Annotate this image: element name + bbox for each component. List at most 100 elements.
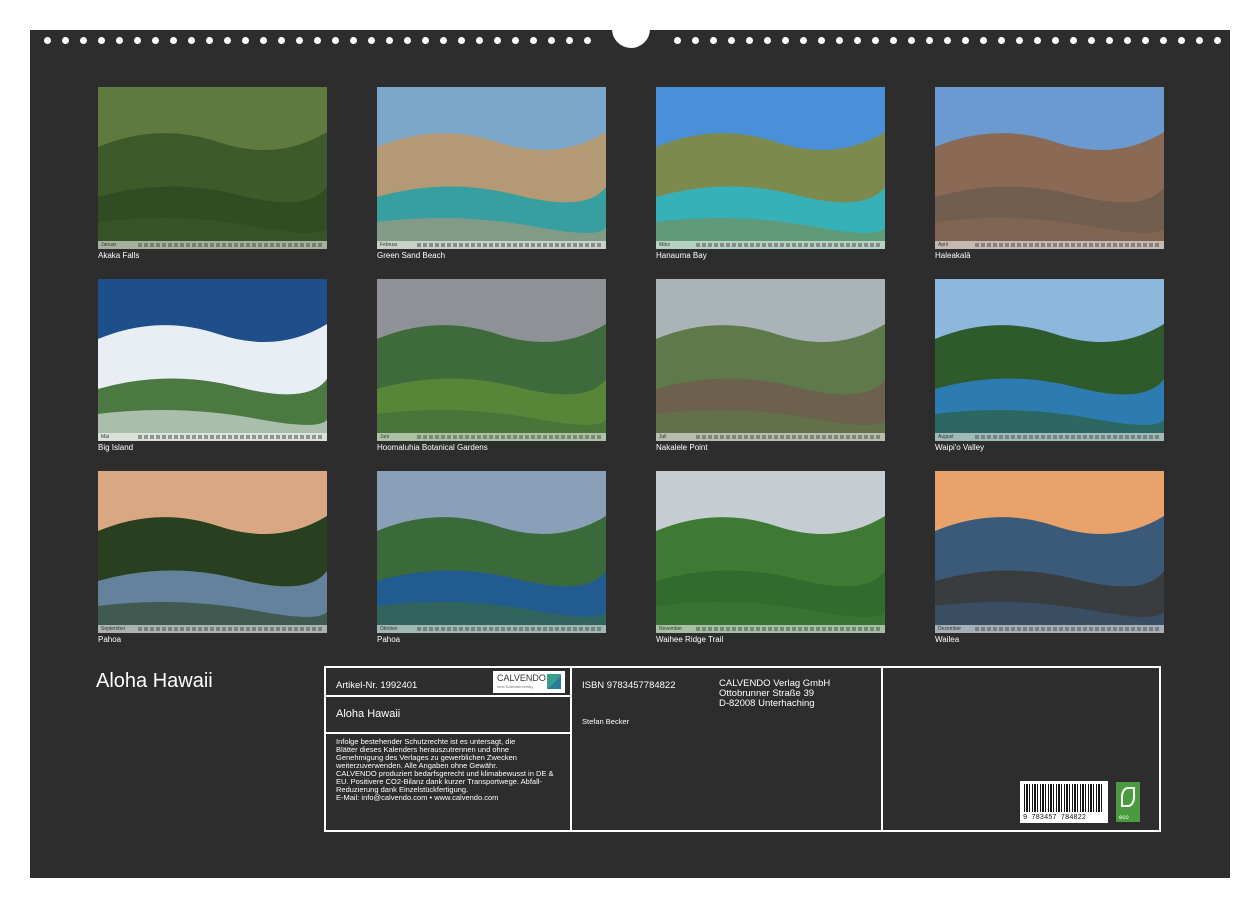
logo-wordmark: CALVENDO — [497, 673, 546, 683]
month-photo: November — [656, 471, 885, 633]
binding-hole — [692, 37, 699, 44]
landscape-photo — [935, 87, 1164, 249]
month-photo: Oktober — [377, 471, 606, 633]
binding-hole — [224, 37, 231, 44]
binding-hole — [404, 37, 411, 44]
month-photo: April — [935, 87, 1164, 249]
month-photo: Juli — [656, 279, 885, 441]
day-numbers — [696, 435, 881, 439]
month-label: November — [659, 626, 683, 632]
day-numbers — [975, 243, 1160, 247]
photo-caption: Waihee Ridge Trail — [656, 635, 724, 644]
binding-hole — [1214, 37, 1221, 44]
month-photo: Februar — [377, 87, 606, 249]
binding-hole — [386, 37, 393, 44]
binding-hole — [44, 37, 51, 44]
binding-hole — [116, 37, 123, 44]
binding-hole — [1124, 37, 1131, 44]
binding-hole — [710, 37, 717, 44]
month-label: März — [659, 242, 671, 248]
binding-hole — [206, 37, 213, 44]
month-photo: Januar — [98, 87, 327, 249]
publisher-address: CALVENDO Verlag GmbH Ottobrunner Straße … — [719, 679, 830, 709]
publisher-line: D-82008 Unterhaching — [719, 698, 815, 709]
binding-hole — [278, 37, 285, 44]
photo-caption: Big Island — [98, 443, 134, 452]
barcode-bars — [1024, 784, 1104, 812]
day-numbers — [975, 435, 1160, 439]
month-label: Juni — [380, 434, 390, 440]
month-label: Mai — [101, 434, 110, 440]
binding-hole — [998, 37, 1005, 44]
day-numbers — [696, 243, 881, 247]
binding-hole — [188, 37, 195, 44]
day-numbers — [975, 627, 1160, 631]
month-label: Februar — [380, 242, 398, 248]
panel-divider — [324, 695, 572, 697]
binding-hole — [872, 37, 879, 44]
binding-hole — [890, 37, 897, 44]
photo-caption: Hanauma Bay — [656, 251, 707, 260]
month-label: Dezember — [938, 626, 962, 632]
legal-line: E-Mail: info@calvendo.com • www.calvendo… — [336, 793, 499, 802]
month-day-strip: September — [98, 625, 327, 633]
binding-hole — [242, 37, 249, 44]
binding-hole — [566, 37, 573, 44]
month-day-strip: April — [935, 241, 1164, 249]
binding-hole — [62, 37, 69, 44]
panel-divider — [324, 732, 572, 734]
binding-hole — [1106, 37, 1113, 44]
month-photo: März — [656, 87, 885, 249]
landscape-photo — [656, 87, 885, 249]
binding-hole — [1016, 37, 1023, 44]
photo-caption: Waipi'o Valley — [935, 443, 985, 452]
calendar-title: Aloha Hawaii — [96, 670, 213, 692]
landscape-photo — [377, 87, 606, 249]
month-day-strip: Februar — [377, 241, 606, 249]
binding-hole — [1160, 37, 1167, 44]
binding-hole — [98, 37, 105, 44]
binding-hole — [728, 37, 735, 44]
binding-hole — [1196, 37, 1203, 44]
photo-caption: Pahoa — [98, 635, 122, 644]
leaf-icon — [1121, 787, 1135, 807]
month-label: Januar — [101, 242, 117, 248]
binding-hole — [818, 37, 825, 44]
binding-hole — [530, 37, 537, 44]
month-label: Juli — [659, 434, 667, 440]
binding-hole — [296, 37, 303, 44]
binding-hole — [908, 37, 915, 44]
binding-hole — [332, 37, 339, 44]
day-numbers — [138, 435, 323, 439]
binding-hole — [746, 37, 753, 44]
month-day-strip: Januar — [98, 241, 327, 249]
photo-caption: Wailea — [935, 635, 960, 644]
month-photo: Mai — [98, 279, 327, 441]
month-label: Oktober — [380, 626, 398, 632]
binding-hole — [674, 37, 681, 44]
calvendo-logo: CALVENDO best Kalenderverlag — [493, 671, 565, 693]
binding-hole — [962, 37, 969, 44]
binding-hole — [854, 37, 861, 44]
binding-hole — [1070, 37, 1077, 44]
binding-hole — [458, 37, 465, 44]
binding-hole — [422, 37, 429, 44]
month-label: April — [938, 242, 949, 248]
binding-hole — [494, 37, 501, 44]
photo-caption: Nakalele Point — [656, 443, 708, 452]
isbn: ISBN 9783457784822 — [582, 680, 676, 691]
binding-hole — [368, 37, 375, 44]
binding-hole — [440, 37, 447, 44]
photo-caption: Haleakalā — [935, 251, 971, 260]
author: Stefan Becker — [582, 717, 630, 726]
binding-hole — [836, 37, 843, 44]
photo-caption: Green Sand Beach — [377, 251, 446, 260]
month-day-strip: Mai — [98, 433, 327, 441]
binding-hole — [350, 37, 357, 44]
binding-hole — [1088, 37, 1095, 44]
binding-hole — [800, 37, 807, 44]
photo-caption: Hoomaluhia Botanical Gardens — [377, 443, 488, 452]
landscape-photo — [656, 279, 885, 441]
binding-hole — [1052, 37, 1059, 44]
month-day-strip: August — [935, 433, 1164, 441]
